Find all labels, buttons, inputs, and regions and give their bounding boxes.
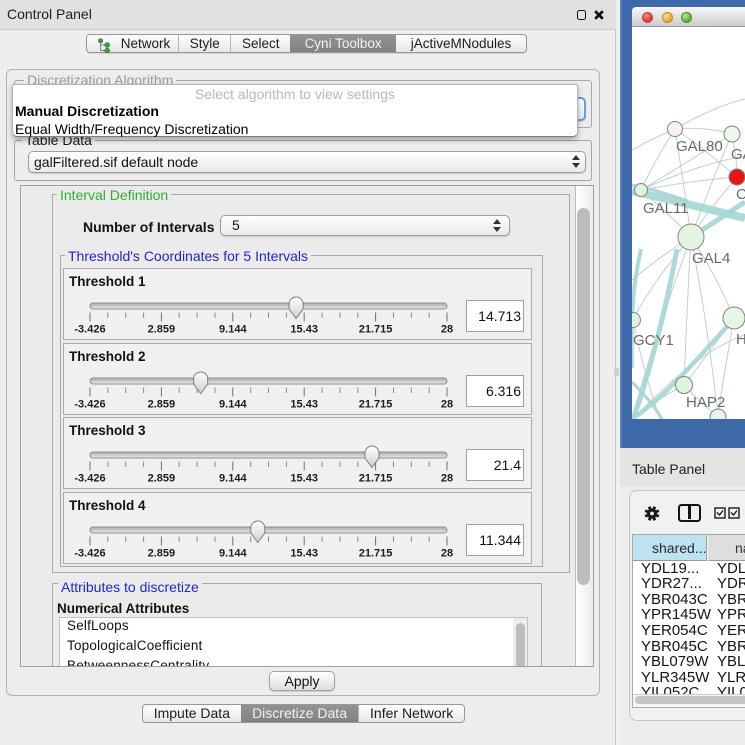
svg-text:GAL4: GAL4 bbox=[692, 250, 730, 267]
svg-text:-3.426: -3.426 bbox=[74, 399, 105, 411]
svg-text:21.715: 21.715 bbox=[359, 399, 393, 411]
svg-text:GAL11: GAL11 bbox=[643, 200, 689, 217]
svg-text:-3.426: -3.426 bbox=[74, 473, 105, 485]
svg-text:CDC1: CDC1 bbox=[736, 186, 745, 203]
svg-text:15.43: 15.43 bbox=[290, 399, 318, 411]
svg-text:GCY1: GCY1 bbox=[633, 332, 674, 349]
svg-text:28: 28 bbox=[441, 324, 453, 336]
svg-text:2.859: 2.859 bbox=[148, 473, 176, 485]
svg-text:28: 28 bbox=[441, 473, 453, 485]
svg-text:21.715: 21.715 bbox=[359, 548, 393, 560]
svg-text:9.144: 9.144 bbox=[219, 324, 247, 336]
svg-text:-3.426: -3.426 bbox=[74, 324, 105, 336]
svg-text:2.859: 2.859 bbox=[148, 324, 176, 336]
svg-text:15.43: 15.43 bbox=[290, 324, 318, 336]
svg-text:9.144: 9.144 bbox=[219, 548, 247, 560]
svg-text:GAL80: GAL80 bbox=[676, 138, 723, 155]
svg-text:21.715: 21.715 bbox=[359, 324, 393, 336]
svg-text:2.859: 2.859 bbox=[148, 399, 176, 411]
svg-text:9.144: 9.144 bbox=[219, 473, 247, 485]
svg-text:HAP2: HAP2 bbox=[686, 394, 725, 411]
svg-text:15.43: 15.43 bbox=[290, 548, 318, 560]
svg-text:9.144: 9.144 bbox=[219, 399, 247, 411]
svg-text:15.43: 15.43 bbox=[290, 473, 318, 485]
svg-text:21.715: 21.715 bbox=[359, 473, 393, 485]
svg-text:28: 28 bbox=[441, 399, 453, 411]
svg-text:GAL7: GAL7 bbox=[731, 146, 745, 163]
svg-text:28: 28 bbox=[441, 548, 453, 560]
svg-text:-3.426: -3.426 bbox=[74, 548, 105, 560]
svg-text:HIS7: HIS7 bbox=[736, 331, 745, 348]
svg-text:2.859: 2.859 bbox=[148, 548, 176, 560]
